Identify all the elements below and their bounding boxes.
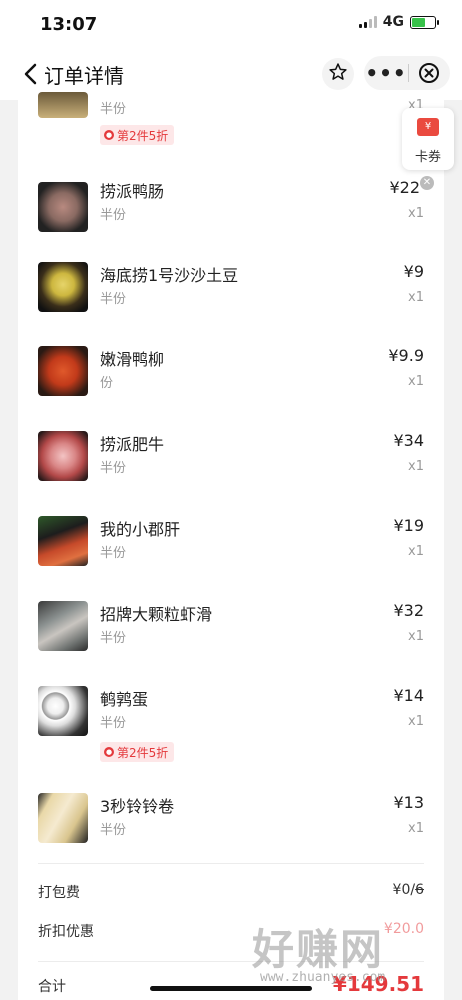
item-spec: 半份: [100, 716, 127, 731]
item-thumbnail: [38, 601, 88, 651]
status-bar: 13:07 4G: [0, 0, 462, 48]
item-name: 招牌大颗粒虾滑: [100, 605, 213, 624]
item-price: ¥14: [393, 686, 424, 705]
item-price: ¥9.9: [388, 346, 424, 365]
item-price: ¥9: [403, 262, 424, 281]
item-name: 鹌鹑蛋: [100, 690, 149, 709]
item-spec: 半份: [100, 546, 127, 561]
promo-badge: ● 第2件5折: [100, 742, 175, 762]
watermark-url: www.zhuanyes.com: [260, 970, 386, 985]
home-indicator: [150, 986, 312, 991]
status-time: 13:07: [40, 14, 98, 35]
total-label: 合计: [38, 979, 66, 995]
list-item[interactable]: 我的小郡肝 半份 ¥19 x1: [38, 516, 424, 576]
list-item[interactable]: 招牌大颗粒虾滑 半份 ¥32 x1: [38, 601, 424, 661]
item-thumbnail: [38, 182, 88, 232]
item-price: ¥32: [393, 601, 424, 620]
more-icon[interactable]: •••: [364, 56, 408, 90]
item-price: ¥34: [393, 431, 424, 450]
item-name: 捞派肥牛: [100, 435, 165, 454]
list-item[interactable]: 半份 x1 ● 第2件5折: [38, 92, 424, 152]
item-thumbnail: [38, 516, 88, 566]
divider: [38, 863, 424, 864]
item-price: ¥13: [393, 793, 424, 812]
list-item[interactable]: 捞派鸭肠 半份 ¥22 x1: [38, 178, 424, 238]
coupon-label: 卡券: [414, 150, 441, 165]
item-name: 捞派鸭肠: [100, 182, 165, 201]
item-thumbnail: [38, 431, 88, 481]
item-qty: x1: [408, 714, 424, 729]
discount-label: 折扣优惠: [38, 924, 94, 940]
signal-icon: [358, 16, 377, 28]
item-thumbnail: [38, 686, 88, 736]
promo-icon: ●: [104, 130, 114, 140]
list-item[interactable]: 3秒铃铃卷 半份 ¥13 x1: [38, 793, 424, 853]
item-qty: x1: [408, 374, 424, 389]
item-thumbnail: [38, 92, 88, 118]
back-icon[interactable]: [22, 62, 40, 86]
promo-text: 第2件5折: [117, 745, 169, 760]
packing-fee-current: ¥0/: [392, 882, 416, 898]
list-item[interactable]: 捞派肥牛 半份 ¥34 x1: [38, 431, 424, 491]
status-icons: 4G: [358, 14, 439, 30]
coupon-button[interactable]: ¥ 卡券: [402, 108, 454, 170]
watermark-text: 好赚网: [252, 925, 385, 974]
list-item[interactable]: 嫩滑鸭柳 份 ¥9.9 x1: [38, 346, 424, 406]
item-price: ¥22: [389, 178, 420, 197]
item-spec: 半份: [100, 631, 127, 646]
item-name: 海底捞1号沙沙土豆: [100, 266, 239, 285]
item-qty: x1: [408, 290, 424, 305]
order-items-card: 半份 x1 ● 第2件5折 捞派鸭肠 半份 ¥22 x1 海底捞1号沙沙土豆 半…: [18, 92, 444, 1000]
item-spec: 半份: [100, 208, 127, 223]
network-label: 4G: [382, 14, 404, 30]
battery-icon: [410, 15, 439, 29]
favorite-button[interactable]: [322, 58, 354, 90]
item-qty: x1: [408, 629, 424, 644]
packing-fee-label: 打包费: [38, 885, 80, 901]
item-price: ¥19: [393, 516, 424, 535]
item-name: 3秒铃铃卷: [100, 797, 175, 816]
item-name: 我的小郡肝: [100, 520, 181, 539]
item-qty: x1: [408, 821, 424, 836]
item-spec: 半份: [100, 102, 127, 117]
mini-program-capsule: •••: [364, 56, 450, 90]
star-icon: [328, 62, 348, 86]
promo-badge: ● 第2件5折: [100, 125, 175, 145]
item-spec: 半份: [100, 461, 127, 476]
packing-fee-value: ¥0/6: [393, 882, 424, 898]
item-thumbnail: [38, 346, 88, 396]
item-thumbnail: [38, 793, 88, 843]
item-name: 嫩滑鸭柳: [100, 350, 165, 369]
list-item[interactable]: 海底捞1号沙沙土豆 半份 ¥9 x1: [38, 262, 424, 322]
packing-fee-original: 6: [415, 882, 424, 898]
item-qty: x1: [408, 544, 424, 559]
item-qty: x1: [408, 459, 424, 474]
promo-icon: ●: [104, 747, 114, 757]
close-icon[interactable]: [409, 62, 449, 84]
item-spec: 份: [100, 376, 114, 391]
item-thumbnail: [38, 262, 88, 312]
promo-text: 第2件5折: [117, 128, 169, 143]
item-spec: 半份: [100, 292, 127, 307]
close-icon[interactable]: ✕: [420, 176, 434, 190]
coupon-icon: ¥: [417, 118, 439, 136]
item-qty: x1: [408, 206, 424, 221]
list-item[interactable]: 鹌鹑蛋 半份 ¥14 x1 ● 第2件5折: [38, 686, 424, 766]
page-title: 订单详情: [44, 64, 124, 88]
item-spec: 半份: [100, 823, 127, 838]
